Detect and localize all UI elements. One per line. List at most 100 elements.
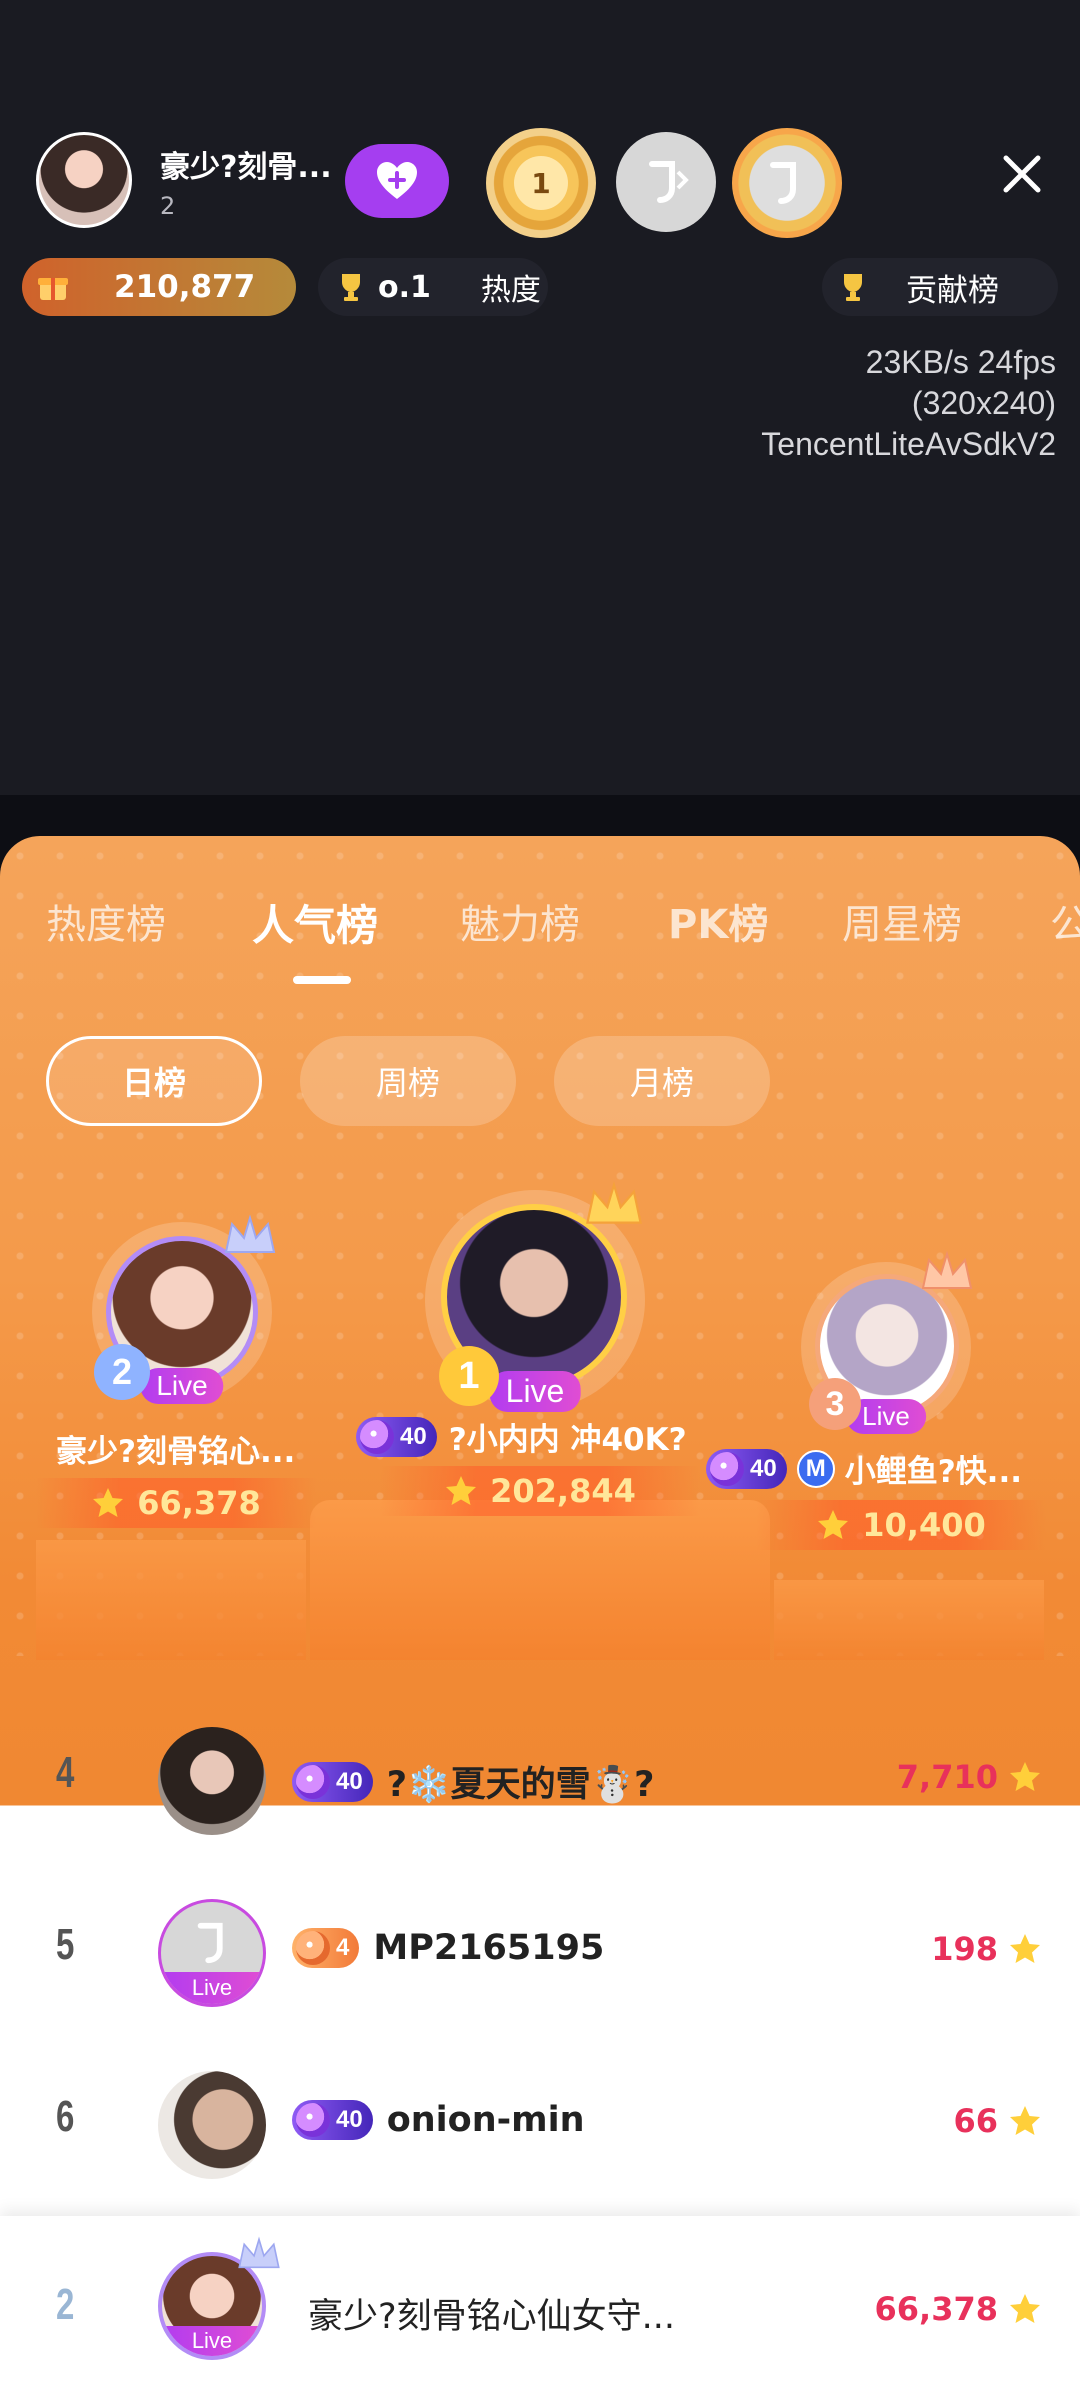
score-value: 7,710 xyxy=(896,1758,998,1796)
rank-number: 5 xyxy=(56,1920,75,1969)
score: 198 xyxy=(931,1930,1042,1968)
subtab-monthly[interactable]: 月榜 xyxy=(554,1036,770,1126)
trophy-icon xyxy=(844,274,862,301)
medal-rank-number: 1 xyxy=(514,156,568,210)
placeholder-avatar-icon xyxy=(649,161,689,203)
podium-first xyxy=(310,1500,770,1660)
level-value: 40 xyxy=(336,1767,363,1795)
level-orb-icon xyxy=(296,1764,330,1799)
crown-icon xyxy=(586,1181,642,1224)
score-value: 198 xyxy=(931,1930,998,1968)
tab-charm[interactable]: 魅力榜 xyxy=(460,892,580,950)
star-icon xyxy=(1010,1934,1040,1963)
list-item[interactable]: 5 Live 4 MP2165195 198 xyxy=(0,1864,1080,2036)
subtab-weekly[interactable]: 周榜 xyxy=(300,1036,516,1126)
score-value: 66,378 xyxy=(137,1484,261,1522)
level-value: 40 xyxy=(400,1422,427,1450)
name-row: 40 onion-min xyxy=(292,2100,585,2140)
list-item[interactable]: 4 40 ?❄️夏天的雪☃️? 7,710 xyxy=(0,1692,1080,1864)
level-badge: 4 xyxy=(292,1928,360,1968)
crown-icon xyxy=(921,1250,973,1289)
score: 7,710 xyxy=(897,1758,1042,1796)
rank-text: o.1 xyxy=(378,269,431,305)
user-name: 豪少?刻骨铭心仙女守... xyxy=(308,2297,675,2337)
heart-plus-icon xyxy=(377,162,417,199)
level-value: 40 xyxy=(750,1454,777,1482)
star-icon xyxy=(1010,2294,1040,2323)
live-tag: Live xyxy=(162,2326,262,2356)
contribution-board-button[interactable]: 贡献榜 xyxy=(822,258,1058,316)
rank-number-badge: 1 xyxy=(439,1346,499,1406)
level-badge: 40 xyxy=(292,1761,373,1802)
level-badge: 40 xyxy=(292,2100,373,2140)
debug-line: 23KB/s 24fps xyxy=(865,344,1056,380)
list-item[interactable]: 6 40 onion-min 66 xyxy=(0,2036,1080,2208)
top-rank-2[interactable]: Live 2 xyxy=(82,1214,282,1404)
m-badge: M xyxy=(796,1449,835,1488)
ranking-tabs: 热度榜 人气榜 魅力榜 PK榜 周星榜 公 xyxy=(0,892,1080,972)
top-rank-3-name-row: 40 M 小鲤鱼?快... xyxy=(706,1446,1022,1491)
top-rank-2-name: 豪少?刻骨铭心... xyxy=(56,1434,296,1470)
live-tag: Live xyxy=(161,1972,263,2004)
active-tab-indicator xyxy=(293,976,351,984)
level-orb-icon xyxy=(296,1931,330,1965)
level-badge: 40 xyxy=(356,1416,437,1457)
host-name: 豪少?刻骨... xyxy=(160,150,332,185)
score-value: 202,844 xyxy=(490,1472,636,1510)
name-row: 豪少?刻骨铭心仙女守... xyxy=(308,2288,675,2339)
placeholder-avatar-icon xyxy=(197,1922,223,1964)
top-rank-3[interactable]: Live 3 xyxy=(796,1250,976,1434)
tab-weekly-star[interactable]: 周星榜 xyxy=(842,892,962,950)
host-avatar[interactable] xyxy=(36,132,132,228)
level-value: 4 xyxy=(336,1934,350,1961)
score-value: 10,400 xyxy=(862,1506,986,1544)
debug-line: (320x240) xyxy=(911,385,1056,421)
follow-button[interactable] xyxy=(345,144,449,218)
star-icon xyxy=(446,1476,477,1505)
avatar[interactable]: Live 3 xyxy=(801,1250,973,1434)
top-rank-3-score: 10,400 xyxy=(756,1500,1046,1550)
user-name: onion-min xyxy=(386,2100,585,2140)
score: 66 xyxy=(953,2102,1042,2140)
contribution-board-label: 贡献榜 xyxy=(906,272,999,309)
placeholder-avatar-icon xyxy=(770,162,796,204)
avatar[interactable]: Live 1 xyxy=(425,1181,645,1412)
star-icon xyxy=(1010,1762,1040,1791)
top-rank-3-name: 小鲤鱼?快... xyxy=(844,1454,1023,1490)
popularity-rank-pill[interactable]: o.1 热度 xyxy=(318,258,548,316)
rank-number-badge: 2 xyxy=(94,1344,150,1400)
user-name: ?❄️夏天的雪☃️? xyxy=(386,1765,655,1805)
top-rank-1[interactable]: Live 1 xyxy=(420,1181,650,1412)
avatar[interactable]: Live xyxy=(158,1899,266,2007)
tab-pk[interactable]: PK榜 xyxy=(668,892,768,950)
star-icon xyxy=(1010,2106,1040,2135)
score: 66,378 xyxy=(875,2290,1042,2328)
avatar[interactable] xyxy=(158,1727,266,1835)
tab-popularity[interactable]: 人气榜 xyxy=(252,892,378,953)
live-tag: Live xyxy=(489,1371,581,1412)
avatar[interactable] xyxy=(158,2071,266,2179)
tab-heat[interactable]: 热度榜 xyxy=(46,892,166,950)
level-orb-icon xyxy=(296,2103,330,2137)
viewer-rank-1-medal[interactable]: 1 xyxy=(486,128,596,238)
my-rank-row[interactable]: 2 Live 豪少?刻骨铭心仙女守... 66,378 xyxy=(0,2216,1080,2400)
rank-label: 热度 xyxy=(480,273,541,308)
viewer-rank-3-avatar[interactable] xyxy=(732,128,842,238)
subtab-daily[interactable]: 日榜 xyxy=(46,1036,262,1126)
trophy-icon xyxy=(342,274,360,301)
tab-more[interactable]: 公 xyxy=(1050,892,1080,950)
gift-icon xyxy=(38,278,68,300)
live-video-area[interactable]: 豪少?刻骨... 2 1 210,877 o.1 热度 贡献榜 23KB/s 2… xyxy=(0,0,1080,795)
host-subtitle: 2 xyxy=(160,192,176,220)
crown-icon xyxy=(224,1214,276,1253)
gift-value-pill[interactable]: 210,877 xyxy=(22,258,296,316)
star-icon xyxy=(818,1510,849,1539)
stream-debug-info: 23KB/s 24fps (320x240) TencentLiteAvSdkV… xyxy=(761,342,1056,465)
podium-third xyxy=(774,1580,1044,1660)
level-badge: 40 xyxy=(706,1448,787,1489)
avatar[interactable]: Live 2 xyxy=(92,1214,276,1404)
viewer-rank-2-avatar[interactable] xyxy=(616,132,716,232)
star-icon xyxy=(93,1488,124,1517)
top-rank-2-score: 66,378 xyxy=(36,1478,316,1528)
close-button[interactable] xyxy=(990,142,1054,206)
